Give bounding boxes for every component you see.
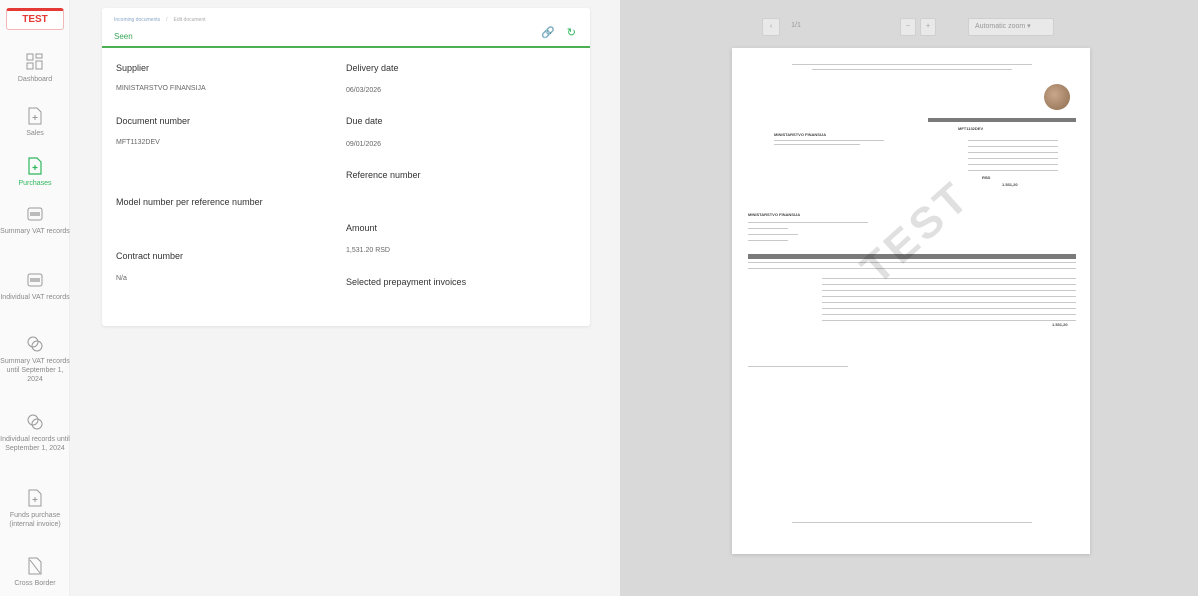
- sidebar-item-label: Cross Border: [14, 580, 56, 587]
- zoom-out-button[interactable]: −: [900, 18, 916, 36]
- due-date-value: 09/01/2026: [346, 141, 382, 148]
- sidebar-item-funds-purchase[interactable]: Funds purchase (internal invoice): [0, 488, 70, 529]
- breadcrumb-link[interactable]: Incoming documents: [114, 17, 160, 23]
- sidebar-item-label: Summary VAT records until September 1, 2…: [0, 358, 70, 383]
- attachment-icon[interactable]: 🔗: [541, 27, 555, 39]
- sidebar-item-label: Dashboard: [17, 76, 53, 83]
- document-number-label: Document number: [116, 116, 191, 126]
- sidebar-item-dashboard[interactable]: Dashboard: [0, 52, 70, 84]
- refresh-icon[interactable]: ↻: [567, 27, 576, 39]
- funds-purchase-icon: [28, 489, 42, 507]
- brand-badge[interactable]: TEST: [6, 8, 64, 30]
- sidebar-item-purchases[interactable]: Purchases: [0, 156, 70, 188]
- pdf-total-bottom: 1.531,20: [1052, 322, 1068, 327]
- sidebar-item-label: Individual VAT records: [0, 294, 70, 301]
- pdf-currency: RSD: [982, 175, 991, 180]
- breadcrumb: Incoming documents / Edit document: [114, 17, 206, 23]
- prepayment-invoices-label: Selected prepayment invoices: [346, 277, 467, 287]
- sidebar-item-label: Summary VAT records: [0, 228, 70, 235]
- sidebar-item-label: Individual records until September 1, 20…: [0, 436, 70, 452]
- sidebar-item-label: Purchases: [18, 180, 52, 187]
- status-badge: Seen: [114, 32, 133, 41]
- individual-vat-legacy-icon: [27, 414, 43, 430]
- individual-vat-icon: [27, 273, 43, 287]
- test-watermark: TEST: [851, 171, 981, 294]
- breadcrumb-current: Edit document: [173, 17, 206, 23]
- delivery-date-label: Delivery date: [346, 63, 399, 73]
- zoom-select[interactable]: Automatic zoom ▾: [968, 18, 1054, 36]
- document-details-panel: Incoming documents / Edit document Seen 🔗 ↻…: [70, 0, 620, 596]
- header-actions: 🔗 ↻: [529, 26, 576, 39]
- sidebar-item-individual-vat[interactable]: Individual VAT records: [0, 270, 70, 302]
- due-date-label: Due date: [346, 116, 383, 126]
- sidebar-item-individual-vat-legacy[interactable]: Individual records until September 1, 20…: [0, 412, 70, 453]
- sidebar-item-label: Funds purchase (internal invoice): [9, 512, 61, 528]
- summary-vat-legacy-icon: [27, 336, 43, 352]
- amount-label: Amount: [346, 223, 378, 233]
- page-indicator: 1/1: [791, 22, 801, 29]
- seal-image: [1044, 84, 1070, 110]
- sidebar: TEST Dashboard Sales Purchases Summary V…: [0, 0, 70, 596]
- supplier-value: MINISTARSTVO FINANSIJA: [116, 85, 206, 92]
- sidebar-item-label: Sales: [26, 130, 44, 137]
- cross-border-icon: [28, 557, 42, 575]
- purchases-document-icon: [28, 157, 42, 175]
- chevron-down-icon: ▾: [1027, 23, 1031, 30]
- supplier-label: Supplier: [116, 63, 150, 73]
- prev-page-button[interactable]: ‹: [762, 18, 780, 36]
- pdf-invoice-number: MFT1132DEV: [958, 126, 984, 131]
- pdf-viewer: ‹ 1/1 − + Automatic zoom ▾ MFT1132DEV MI…: [620, 0, 1198, 596]
- sales-document-icon: [28, 107, 42, 125]
- sidebar-item-summary-vat[interactable]: Summary VAT records: [0, 204, 70, 236]
- reference-number-label: Reference number: [346, 170, 421, 180]
- summary-vat-icon: [27, 207, 43, 221]
- pdf-supplier-name: MINISTARSTVO FINANSIJA: [774, 132, 827, 137]
- app: TEST Dashboard Sales Purchases Summary V…: [0, 0, 1198, 596]
- contract-number-label: Contract number: [116, 251, 184, 261]
- zoom-select-value: Automatic zoom: [975, 23, 1026, 30]
- card-header: Incoming documents / Edit document Seen 🔗 ↻: [102, 8, 590, 48]
- model-number-label: Model number per reference number: [116, 197, 263, 207]
- pdf-page: MFT1132DEV MINISTARSTVO FINANSIJA RSD 1.…: [732, 48, 1090, 554]
- sidebar-item-cross-border[interactable]: Cross Border: [0, 556, 70, 588]
- delivery-date-value: 06/03/2026: [346, 87, 382, 94]
- contract-number-value: N/a: [116, 275, 127, 282]
- zoom-in-button[interactable]: +: [920, 18, 936, 36]
- document-card: Incoming documents / Edit document Seen 🔗 ↻…: [102, 8, 590, 326]
- sidebar-item-sales[interactable]: Sales: [0, 106, 70, 138]
- sidebar-item-summary-vat-legacy[interactable]: Summary VAT records until September 1, 2…: [0, 334, 70, 384]
- document-number-value: MFT1132DEV: [116, 139, 160, 146]
- pdf-total-top: 1.531,20: [1002, 182, 1018, 187]
- pdf-buyer-name: MINISTARSTVO FINANSIJA: [748, 212, 801, 217]
- dashboard-icon: [26, 53, 43, 70]
- amount-value: 1,531.20 RSD: [346, 247, 390, 254]
